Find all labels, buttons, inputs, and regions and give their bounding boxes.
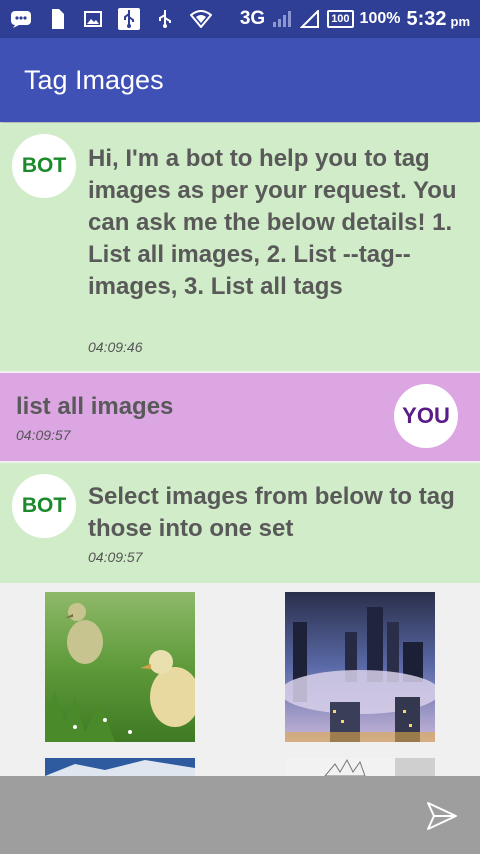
signal-triangle-icon <box>299 8 321 30</box>
bot-avatar: BOT <box>12 474 76 538</box>
user-message: list all images 04:09:57 YOU <box>0 373 480 461</box>
message-timestamp: 04:09:57 <box>16 427 71 443</box>
usb-icon <box>118 8 140 30</box>
message-text: Hi, I'm a bot to help you to tag images … <box>88 145 457 300</box>
user-avatar: YOU <box>394 384 458 448</box>
page-title: Tag Images <box>24 64 164 95</box>
mountain-photo[interactable] <box>45 758 195 776</box>
bot-message: BOT Select images from below to tag thos… <box>0 463 480 583</box>
bbm-icon <box>10 8 32 30</box>
bot-message: BOT Hi, I'm a bot to help you to tag ima… <box>0 123 480 371</box>
app-bar: Tag Images <box>0 38 480 122</box>
sketch-photo[interactable] <box>285 758 435 776</box>
city-fog-photo[interactable] <box>285 592 435 742</box>
usb-icon <box>154 8 176 30</box>
message-timestamp: 04:09:46 <box>88 339 143 355</box>
network-type: 3G <box>239 8 266 29</box>
bot-avatar: BOT <box>12 134 76 198</box>
message-text: Select images from below to tag those in… <box>88 483 455 542</box>
message-text: list all images <box>16 393 174 420</box>
clock-time: 5:32 <box>406 7 447 30</box>
message-timestamp: 04:09:57 <box>88 549 143 565</box>
send-icon <box>427 802 457 830</box>
image-icon <box>82 8 104 30</box>
battery-icon: 100 <box>327 10 354 28</box>
message-input-bar[interactable] <box>0 776 480 854</box>
send-button[interactable] <box>424 798 460 834</box>
clock-ampm: pm <box>450 14 471 29</box>
signal-icon <box>271 8 293 30</box>
ducklings-photo[interactable] <box>45 592 195 742</box>
sim-icon <box>46 8 68 30</box>
wifi-icon <box>190 8 212 30</box>
status-bar: 3G 100 100% 5:32 pm <box>0 0 480 38</box>
battery-percent: 100% <box>359 10 401 27</box>
